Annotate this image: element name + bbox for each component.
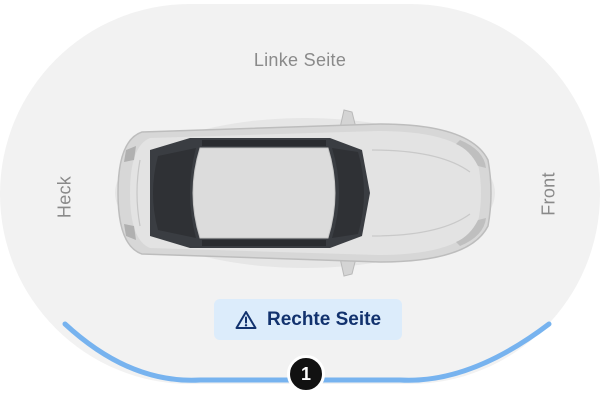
left-side-label[interactable]: Linke Seite (0, 50, 600, 71)
warning-triangle-icon (235, 310, 257, 329)
position-marker[interactable]: 1 (287, 355, 325, 393)
damage-side-selector: Linke Seite Heck Front Rechte Seite 1 (0, 0, 600, 396)
front-label[interactable]: Front (539, 172, 560, 216)
right-side-label: Rechte Seite (266, 308, 382, 330)
car-top-view (115, 109, 495, 277)
right-side-warning-chip[interactable]: Rechte Seite (214, 299, 402, 340)
rear-label[interactable]: Heck (55, 176, 76, 218)
